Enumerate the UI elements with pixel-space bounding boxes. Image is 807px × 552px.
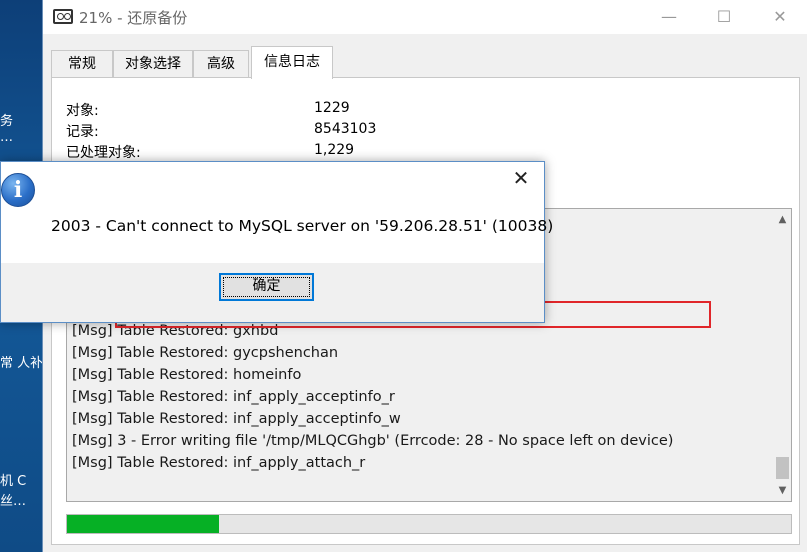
desktop-icon-label[interactable]: … bbox=[0, 130, 13, 145]
log-line-error: [Msg] 3 - Error writing file '/tmp/MLQCG… bbox=[72, 433, 674, 449]
tape-icon bbox=[53, 9, 73, 24]
log-line: [Msg] Table Restored: inf_apply_attach_r bbox=[72, 455, 366, 471]
processed-objects-label: 已处理对象: bbox=[66, 145, 141, 161]
tab-advanced[interactable]: 高级 bbox=[193, 50, 249, 78]
dialog-close-button[interactable]: ✕ bbox=[498, 162, 544, 194]
objects-label: 对象: bbox=[66, 103, 99, 119]
processed-objects-value: 1,229 bbox=[314, 142, 355, 158]
desktop-icon-label[interactable]: 机 C bbox=[0, 470, 26, 489]
minimize-button[interactable]: — bbox=[646, 0, 692, 34]
error-dialog: ✕ 2003 - Can't connect to MySQL server o… bbox=[0, 161, 553, 323]
log-line: [Msg] Table Restored: homeinfo bbox=[72, 367, 302, 383]
scroll-up-icon[interactable]: ▲ bbox=[774, 211, 791, 228]
maximize-button[interactable]: ☐ bbox=[701, 0, 747, 34]
info-icon: i bbox=[1, 173, 35, 207]
records-value: 8543103 bbox=[314, 121, 377, 137]
close-button[interactable]: ✕ bbox=[757, 0, 803, 34]
desktop-icon-label[interactable]: 务 bbox=[0, 110, 13, 129]
scroll-thumb[interactable] bbox=[776, 457, 789, 479]
tab-object-selection[interactable]: 对象选择 bbox=[113, 50, 193, 78]
dialog-titlebar[interactable]: ✕ bbox=[1, 162, 544, 194]
desktop-icon-label[interactable]: 常 人补 bbox=[0, 352, 42, 371]
restore-progress-bar bbox=[66, 514, 792, 534]
records-label: 记录: bbox=[66, 124, 99, 140]
log-line: [Msg] Table Restored: gycpshenchan bbox=[72, 345, 339, 361]
scroll-down-icon[interactable]: ▼ bbox=[774, 482, 791, 499]
log-scrollbar[interactable]: ▲ ▼ bbox=[774, 209, 791, 501]
tab-message-log[interactable]: 信息日志 bbox=[251, 46, 333, 79]
ok-button[interactable]: 确定 bbox=[219, 273, 314, 301]
tab-general[interactable]: 常规 bbox=[51, 50, 113, 78]
progress-fill bbox=[67, 515, 220, 533]
window-title: 21% - 还原备份 bbox=[79, 9, 188, 27]
log-line: [Msg] Table Restored: inf_apply_acceptin… bbox=[72, 411, 401, 427]
dialog-message: 2003 - Can't connect to MySQL server on … bbox=[51, 217, 554, 235]
desktop-icon-label[interactable]: 丝… bbox=[0, 490, 26, 509]
objects-value: 1229 bbox=[314, 100, 350, 116]
window-titlebar[interactable]: 21% - 还原备份 — ☐ ✕ bbox=[43, 0, 807, 34]
log-line: [Msg] Table Restored: gxhbd bbox=[72, 323, 279, 339]
log-line: [Msg] Table Restored: inf_apply_acceptin… bbox=[72, 389, 395, 405]
